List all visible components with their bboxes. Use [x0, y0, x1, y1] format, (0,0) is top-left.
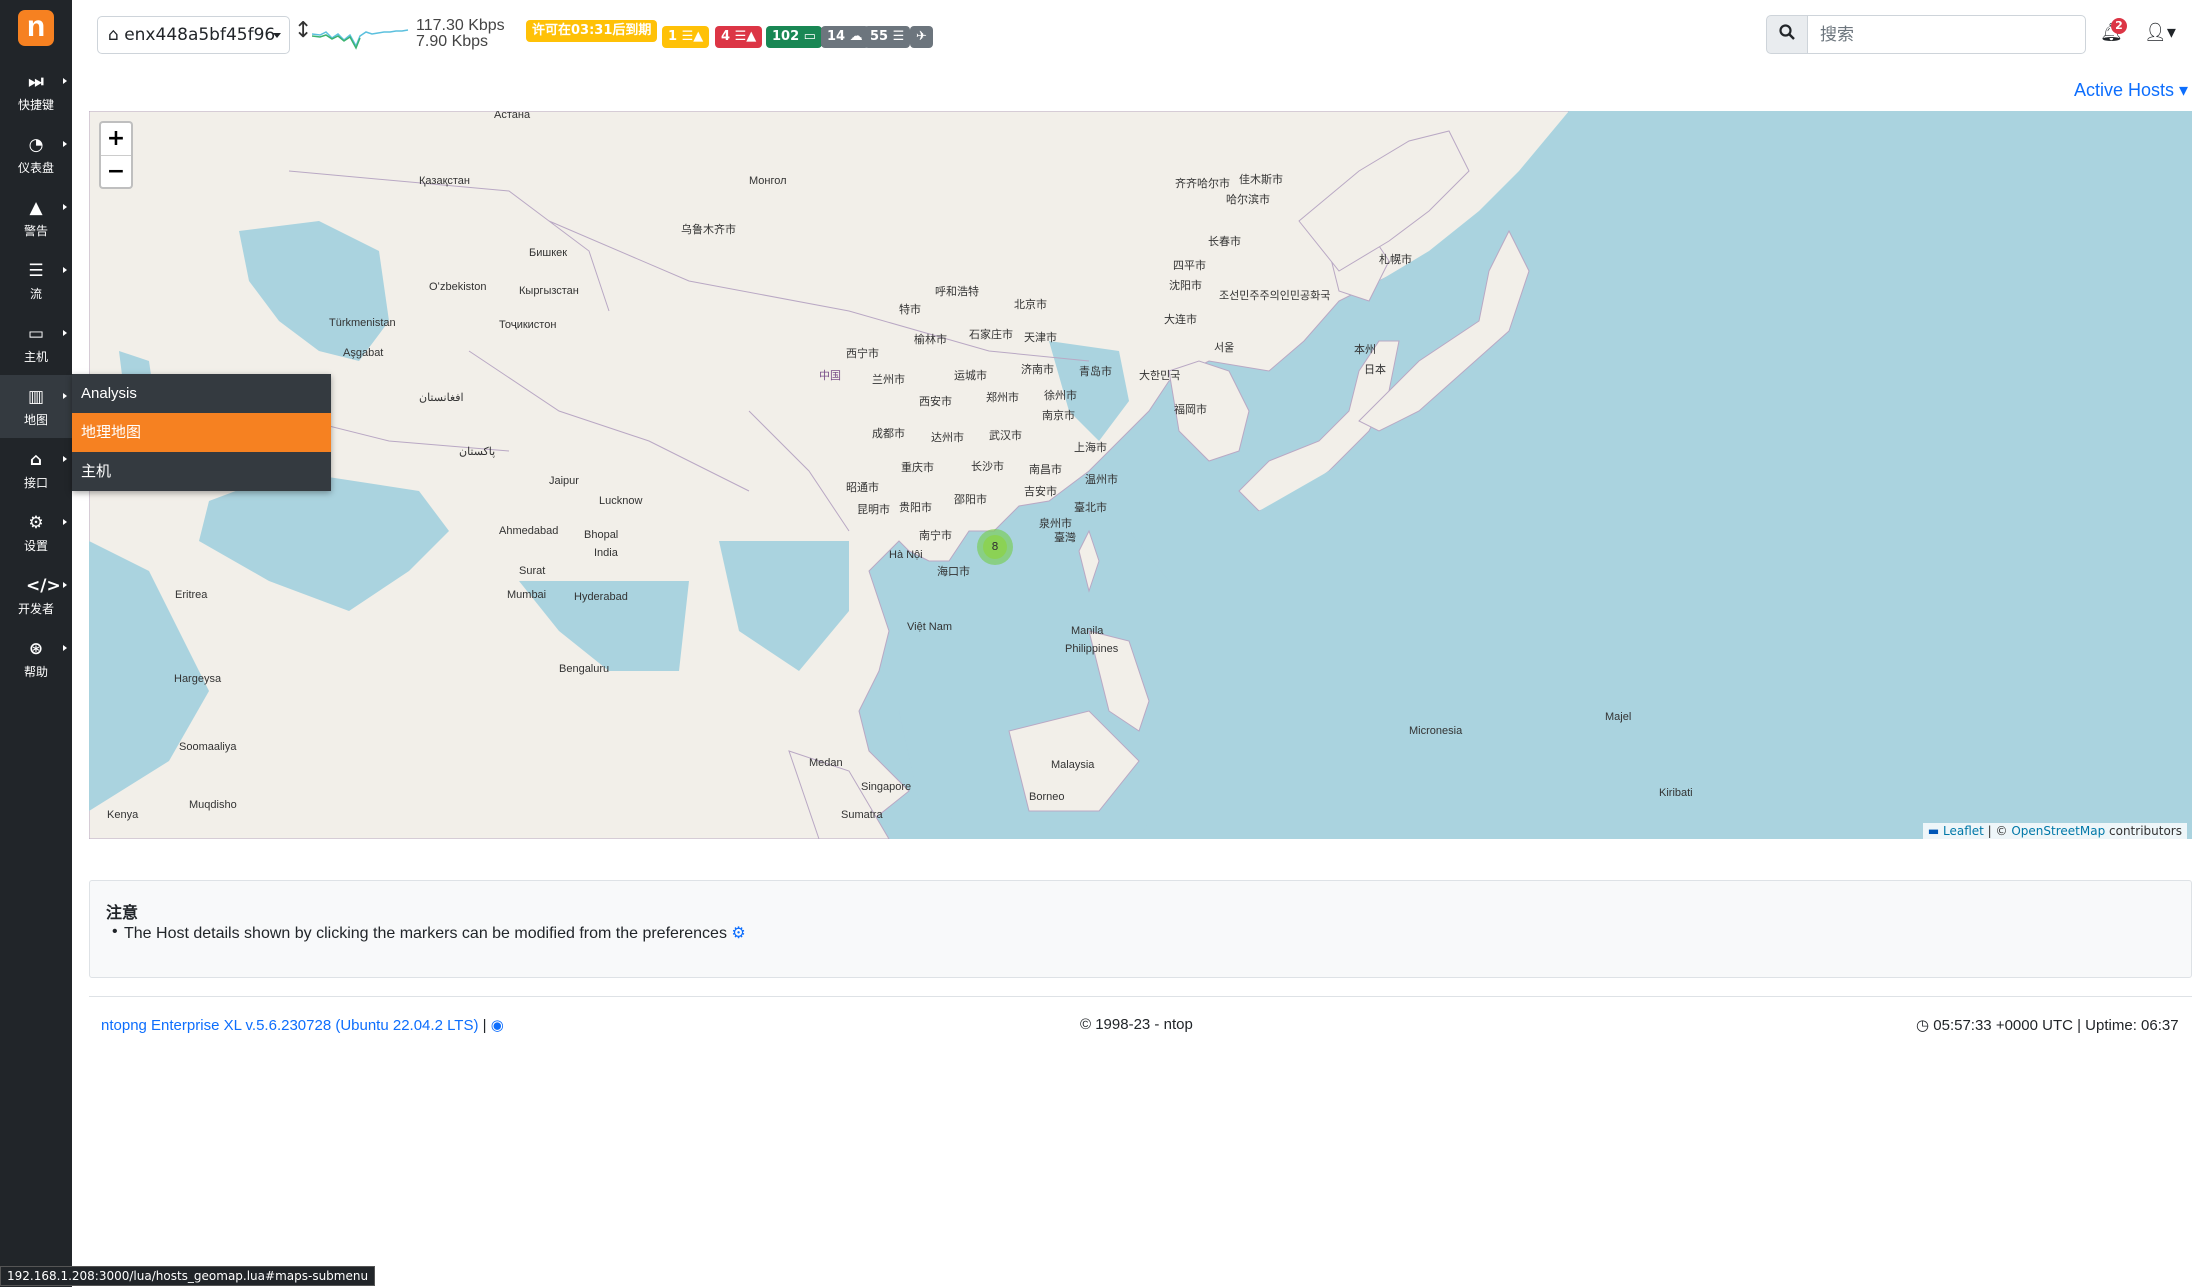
search-box: [1766, 15, 2086, 54]
leaflet-link[interactable]: Leaflet: [1943, 824, 1984, 838]
sidebar-item-flows[interactable]: ☰ 流: [0, 249, 72, 312]
flows-badge[interactable]: 55 ☰: [864, 26, 911, 48]
alert-error-badge[interactable]: 4 ☰▲: [715, 26, 763, 48]
sidebar-item-help[interactable]: ⊛ 帮助: [0, 627, 72, 690]
laptop-icon: ▭: [27, 324, 45, 344]
search-icon[interactable]: [1766, 15, 1808, 54]
note-title: 注意: [106, 903, 139, 922]
search-input[interactable]: [1807, 15, 2086, 54]
sidebar-item-shortcuts[interactable]: ⏭ 快捷键: [0, 60, 72, 123]
interface-selector[interactable]: ⌂ enx448a5bf45f96: [97, 16, 290, 54]
ethernet-icon: ⌂: [108, 25, 125, 45]
status-bar-url: 192.168.1.208:3000/lua/hosts_geomap.lua#…: [0, 1266, 376, 1286]
top-navbar: ⌂ enx448a5bf45f96 ↕ 117.30 Kbps 7.90 Kbp…: [72, 0, 2192, 72]
plane-badge[interactable]: ✈: [910, 26, 933, 48]
list-icon: ☰: [28, 261, 44, 281]
gear-icon: ⚙: [28, 513, 44, 533]
sidebar: n ⏭ 快捷键 ◔ 仪表盘 ▲ 警告 ☰ 流 ▭ 主机 ▥ 地图 ⌂ 接口 ⚙ 设置 </> 开发…: [0, 0, 72, 1287]
ntop-logo[interactable]: n: [18, 10, 54, 46]
license-badge: 许可在03:31后到期: [526, 20, 658, 42]
notification-count: 2: [2111, 18, 2127, 34]
alert-warning-badge[interactable]: 1 ☰▲: [662, 26, 710, 48]
submenu-item-hosts[interactable]: 主机: [72, 452, 331, 491]
active-hosts-dropdown[interactable]: Active Hosts ▾: [2074, 80, 2188, 101]
code-icon: </>: [26, 576, 61, 596]
submenu-item-geo-map[interactable]: 地理地图: [72, 413, 331, 452]
sidebar-item-settings[interactable]: ⚙ 设置: [0, 501, 72, 564]
copyright: © 1998-23 - ntop: [1080, 1016, 1193, 1033]
traffic-sparkline[interactable]: [312, 26, 412, 52]
help-icon: ⊛: [28, 639, 44, 659]
up-down-arrow-icon: ↕: [294, 18, 313, 43]
map-tiles: [89, 111, 2192, 839]
sidebar-item-hosts[interactable]: ▭ 主机: [0, 312, 72, 375]
devices-badge[interactable]: 14 ☁: [821, 26, 869, 48]
version-link[interactable]: ntopng Enterprise XL v.5.6.230728 (Ubunt…: [101, 1016, 504, 1034]
map-icon: ▥: [27, 387, 45, 407]
geo-map[interactable]: Астана Қазақстан Монгол 齐齐哈尔市 佳木斯市 哈尔滨市 …: [89, 111, 2192, 839]
zoom-out-button[interactable]: −: [101, 155, 131, 187]
host-cluster-marker[interactable]: 8: [977, 529, 1013, 565]
gauge-icon: ◔: [28, 135, 44, 155]
ukraine-flag-icon: ▬: [1927, 824, 1940, 838]
sidebar-item-interfaces[interactable]: ⌂ 接口: [0, 438, 72, 501]
note-box: 注意 The Host details shown by clicking th…: [89, 880, 2192, 978]
warning-icon: ▲: [29, 198, 43, 218]
fast-forward-icon: ⏭: [28, 72, 44, 92]
divider: [89, 996, 2192, 997]
github-icon[interactable]: ◉: [491, 1017, 504, 1034]
maps-submenu: Analysis 地理地图 主机: [72, 374, 331, 491]
sidebar-item-maps[interactable]: ▥ 地图: [0, 375, 72, 438]
ethernet-icon: ⌂: [29, 450, 43, 470]
download-rate: 7.90 Kbps: [416, 33, 489, 50]
sidebar-item-developer[interactable]: </> 开发者: [0, 564, 72, 627]
submenu-item-analysis[interactable]: Analysis: [72, 374, 331, 413]
osm-link[interactable]: OpenStreetMap: [2011, 824, 2105, 838]
sidebar-item-alerts[interactable]: ▲ 警告: [0, 186, 72, 249]
clock-icon: ◷: [1916, 1017, 1930, 1034]
local-hosts-badge[interactable]: 102 ▭: [766, 26, 822, 48]
zoom-in-button[interactable]: +: [101, 123, 131, 155]
zoom-control: + −: [99, 121, 133, 189]
note-item: The Host details shown by clicking the m…: [112, 923, 746, 943]
user-icon[interactable]: 👤︎▾: [2144, 22, 2176, 43]
sidebar-item-dashboard[interactable]: ◔ 仪表盘: [0, 123, 72, 186]
gear-icon[interactable]: ⚙: [731, 925, 745, 942]
clock-uptime: ◷ 05:57:33 +0000 UTC | Uptime: 06:37: [1916, 1017, 2179, 1034]
map-attribution: ▬ Leaflet | © OpenStreetMap contributors: [1922, 823, 2187, 839]
